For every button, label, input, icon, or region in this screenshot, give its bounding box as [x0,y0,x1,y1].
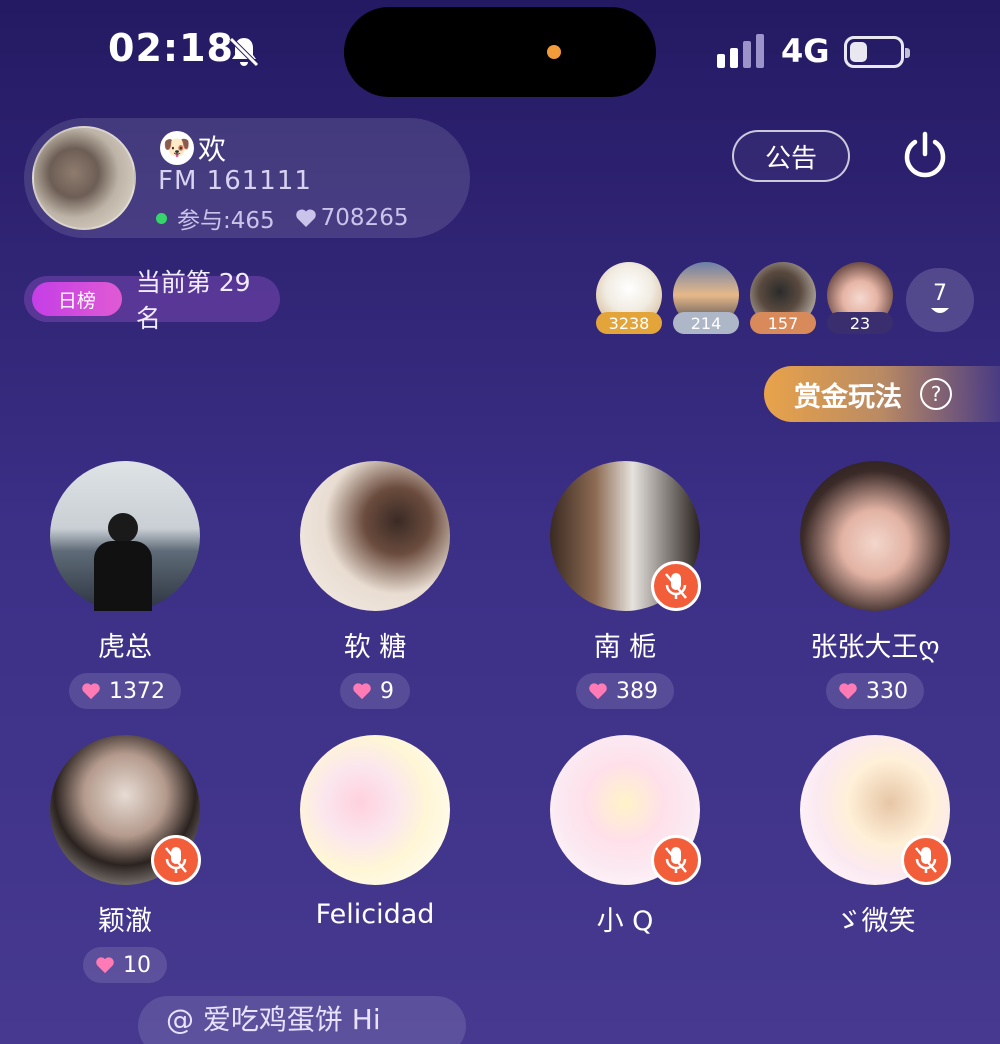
seat-hearts: 10 [83,947,167,983]
bounty-label: 赏金玩法 [794,381,902,413]
seat-hearts: 389 [576,673,674,709]
chat-message-text: @ 爱吃鸡蛋饼 Hi [166,1003,381,1036]
bell-muted-icon [229,37,259,67]
seat-hearts: 9 [340,673,410,709]
dog-emoji-icon: 🐶 [160,131,194,165]
participants-count: 参与:465 [177,208,275,234]
contributor-1[interactable]: 3238 [596,262,662,334]
chat-message-bubble: @ 爱吃鸡蛋饼 Hi [138,996,466,1044]
room-title-text: 欢 [198,133,227,166]
status-time: 02:18 [108,26,234,70]
online-dot-icon [156,212,167,224]
seat-avatar[interactable] [800,735,951,885]
seat-hearts-count: 9 [380,678,394,704]
seat-1[interactable]: 虎总 1372 [50,461,200,709]
seat-3[interactable]: 南 栀 389 [550,461,701,709]
seat-hearts-count: 389 [616,678,658,704]
battery-icon [844,36,910,68]
heart-icon [839,683,857,700]
contributor-score: 157 [750,312,816,334]
contributor-2[interactable]: 214 [673,262,739,334]
rank-text: 当前第 29 名 [135,268,251,333]
heart-icon [96,957,114,974]
room-fm-id: FM 161111 [158,166,312,196]
seat-7[interactable]: 小 Q [550,735,701,937]
seat-2[interactable]: 软 糖 9 [300,461,450,709]
seat-8[interactable]: ゞ微笑 [800,735,951,937]
seat-name: Felicidad [315,899,435,930]
seat-avatar[interactable] [50,735,201,885]
privacy-indicator [547,45,561,59]
seat-hearts: 1372 [69,673,181,709]
seat-name: 颖澈 [98,906,152,937]
cellular-signal-icon [717,34,764,68]
seat-avatar[interactable] [550,461,701,611]
seat-avatar[interactable] [300,735,450,885]
heart-icon [82,683,100,700]
room-stats: 参与:465 708265 [156,201,408,235]
heart-icon [295,209,316,227]
heart-icon [589,683,607,700]
seat-avatar[interactable] [300,461,450,611]
rank-tag: 日榜 [32,282,122,316]
power-icon[interactable] [898,128,952,182]
seat-hearts-count: 330 [866,678,908,704]
contributor-3[interactable]: 157 [750,262,816,334]
chevron-down-icon [931,308,949,313]
bounty-game-button[interactable]: 赏金玩法 ? [764,366,1000,422]
seat-avatar[interactable] [50,461,200,611]
likes-count: 708265 [320,205,409,231]
contributor-4[interactable]: 23 [827,262,893,334]
dynamic-island [344,7,656,97]
seat-name: 南 栀 [593,632,657,663]
room-title: 🐶 欢 [160,128,226,168]
contributor-score: 214 [673,312,739,334]
more-count: 7 [933,281,947,306]
mic-muted-icon [651,835,701,885]
room-avatar[interactable] [32,126,136,230]
mic-muted-icon [901,835,951,885]
seat-5[interactable]: 颖澈 10 [50,735,201,983]
seat-hearts-count: 10 [123,952,151,978]
heart-icon [353,683,371,700]
seat-name: 虎总 [98,632,152,663]
seat-avatar[interactable] [550,735,701,885]
contributor-score: 23 [827,312,893,334]
seat-6[interactable]: Felicidad [300,735,450,933]
network-type: 4G [781,32,830,70]
mic-muted-icon [151,835,201,885]
help-icon[interactable]: ? [920,378,952,410]
seat-hearts: 330 [826,673,924,709]
seat-avatar[interactable] [800,461,950,611]
seat-hearts-count: 1372 [109,678,165,704]
daily-rank-pill[interactable]: 日榜 当前第 29 名 [24,268,280,333]
seat-name: 小 Q [596,906,654,937]
contributor-score: 3238 [596,312,662,334]
notice-button[interactable]: 公告 [732,130,850,182]
seat-4[interactable]: 张张大王ღ 330 [800,461,950,709]
seat-name: ゞ微笑 [834,906,916,937]
seat-name: 张张大王ღ [810,632,940,663]
seat-name: 软 糖 [343,632,407,663]
more-contributors-button[interactable]: 7 [906,268,974,332]
mic-muted-icon [651,561,701,611]
